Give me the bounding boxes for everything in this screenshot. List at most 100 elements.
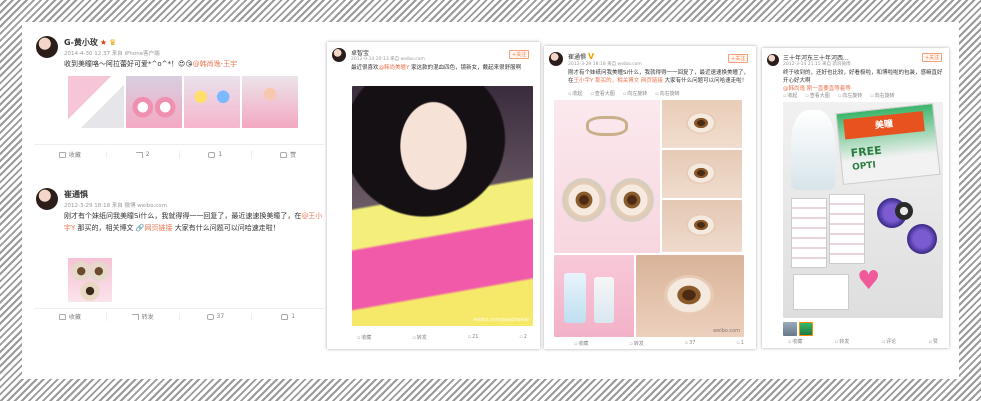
like-count[interactable]: 2 [519, 334, 527, 341]
rotate-left-button[interactable]: 向左旋转 [623, 90, 647, 97]
save-button[interactable]: 收藏 [788, 338, 802, 345]
comment-count[interactable]: 21 [468, 334, 478, 341]
comment-count[interactable]: 37 [685, 340, 695, 347]
thumb-1[interactable] [783, 322, 797, 336]
rotate-left-button[interactable]: 向左旋转 [838, 92, 862, 99]
photo-1[interactable] [68, 76, 124, 128]
photo-2[interactable] [126, 76, 182, 128]
lens-bottle-photo[interactable] [554, 255, 634, 337]
thumbnail[interactable] [68, 258, 112, 302]
mention-link[interactable]: 王小宇Y 那买的，相关博文 [574, 78, 640, 84]
weibo-post-2: 崔通惧 2012-3-29 18:18 来自 微博 weibo.com 刚才有个… [34, 184, 324, 324]
eye-icon [686, 112, 716, 134]
post-meta: 2012-9-14 20:13 来自 weibo.com [351, 57, 425, 62]
like-label: 赞 [290, 152, 297, 159]
rotate-right-button[interactable]: 向右旋转 [655, 90, 680, 97]
post-meta: 2012-3-29 18:18 来自 微博 weibo.com [64, 203, 167, 209]
bow-case-icon [586, 116, 628, 136]
eye-icon [686, 214, 716, 236]
rotate-right-button[interactable]: 向右旋转 [870, 92, 895, 99]
mention-link[interactable]: @韩尚逸-王宇 [193, 60, 238, 68]
closeup-eye-photo[interactable]: weibo.com [636, 255, 744, 337]
like-button[interactable]: 1 [251, 313, 324, 320]
like-count[interactable]: 1 [736, 340, 744, 347]
mention-link[interactable]: @韩尚美瞳Y [379, 65, 410, 71]
photo-watermark: weibo.com/peachelew [473, 317, 529, 323]
photo-3[interactable] [184, 76, 240, 128]
web-link-label: 网页链接 [144, 224, 173, 232]
thumb-2[interactable] [799, 322, 813, 336]
follow-button[interactable]: +关注 [922, 53, 943, 62]
cleaner-bottle-icon [791, 110, 835, 190]
collapse-button[interactable]: 收起 [568, 90, 582, 97]
forward-button[interactable]: 转发 [629, 340, 644, 347]
comment-button[interactable]: 评论 [882, 338, 896, 345]
avatar[interactable] [767, 54, 779, 66]
username[interactable]: 崔通惧 V [568, 52, 594, 61]
bookmark-icon [58, 151, 66, 158]
like-button[interactable]: 赞 [929, 338, 938, 345]
rhinestone-case-icon [895, 202, 913, 220]
collage-canvas: G-黄小玫 ★ ♛ 2014-4-30 12:37 来自 iPhone客户端 收到美… [22, 22, 959, 379]
like-count: 1 [291, 313, 296, 320]
save-label: 收藏 [68, 152, 81, 159]
thumbs-up-icon [281, 313, 289, 320]
save-label: 收藏 [68, 314, 81, 321]
eye-icon [664, 275, 714, 315]
avatar[interactable] [549, 52, 563, 66]
post-text: 刚才有个妹纸问我美瞳Si什么，我就得得一一回复了，最近速速换美瞳了，在@王小宇Y… [64, 210, 324, 234]
box-label: 美瞳 [843, 111, 925, 140]
post-body-c: 大家有什么问题可以问哈速走啦！ [172, 224, 280, 232]
forward-button[interactable]: 转发 [835, 338, 849, 345]
like-button[interactable]: 赞 [251, 150, 324, 159]
post-body-c: 大家有什么问题可以问哈速走啦！ [662, 78, 748, 84]
lens-case-photo[interactable] [554, 100, 660, 253]
weibo-post-3: 卓智宝 +关注 2012-9-14 20:13 来自 weibo.com 最近很… [327, 42, 540, 349]
box-brand-free: FREE [850, 143, 883, 160]
mini-action-bar: 收藏 转发 21 2 [357, 334, 527, 341]
avatar[interactable] [332, 48, 346, 62]
comment-button[interactable]: 1 [178, 151, 252, 158]
username[interactable]: G-黄小玫 ★ ♛ [64, 37, 116, 48]
product-photo[interactable]: 美瞳 FREE OPTI ♥ [783, 102, 943, 318]
bookmark-icon [58, 313, 66, 320]
post-meta: 2012-3-29 18:18 来自 weibo.com [568, 62, 642, 67]
save-button[interactable]: 收藏 [357, 334, 371, 341]
forward-button[interactable]: 转发 [412, 334, 427, 341]
forward-button[interactable]: 转发 [105, 312, 179, 321]
follow-button[interactable]: +关注 [728, 54, 749, 63]
blister-pack [793, 274, 849, 310]
save-button[interactable]: 收藏 [34, 312, 106, 321]
post-body: 终于收到的，还好也比较，好看极啦，和博啦啦的包装，感嘛直好开心好大啊 [783, 70, 943, 84]
forward-icon [135, 151, 143, 158]
view-large-button[interactable]: 查看大图 [590, 90, 615, 97]
post-body-b: 那买的，相关博文 [75, 224, 134, 232]
eye-photo-1[interactable] [662, 100, 742, 148]
eye-photo-3[interactable] [662, 200, 742, 252]
photo-4[interactable] [242, 76, 298, 128]
save-button[interactable]: 收藏 [574, 340, 588, 347]
avatar[interactable] [36, 188, 58, 210]
post-body-a: 刚才有个妹纸问我美瞳Si什么，我就得得一一回复了，最近速速换美瞳了，在 [64, 212, 302, 220]
image-tools: 收起 查看大图 向左旋转 向右旋转 [783, 92, 895, 99]
lens-blister [829, 194, 865, 264]
eye-photo-2[interactable] [662, 150, 742, 198]
post-text: 收到美瞳咯～阿拉蕾好可爱*^o^*！😍😘@韩尚逸-王宇 [64, 58, 324, 70]
avatar[interactable] [36, 36, 58, 58]
follow-button[interactable]: +关注 [509, 50, 530, 59]
thumbs-up-icon [280, 151, 288, 158]
selfie-photo[interactable]: weibo.com/peachelew [352, 86, 533, 326]
username[interactable]: 崔通惧 [64, 189, 88, 200]
collapse-button[interactable]: 收起 [783, 92, 797, 99]
web-link[interactable]: 🔗网页链接 [136, 224, 173, 232]
view-large-button[interactable]: 查看大图 [805, 92, 830, 99]
forward-button[interactable]: 2 [105, 151, 179, 158]
bottle-icon [594, 277, 614, 323]
emoji-icons: 😍😘 [178, 60, 193, 68]
save-button[interactable]: 收藏 [34, 150, 106, 159]
post-body-a: 最近很喜欢 [351, 65, 379, 71]
web-link[interactable]: 网页链接 [641, 78, 663, 84]
comment-button[interactable]: 37 [178, 313, 252, 320]
eye-icon [686, 162, 716, 184]
heart-sticker-icon: ♥ [857, 266, 881, 296]
